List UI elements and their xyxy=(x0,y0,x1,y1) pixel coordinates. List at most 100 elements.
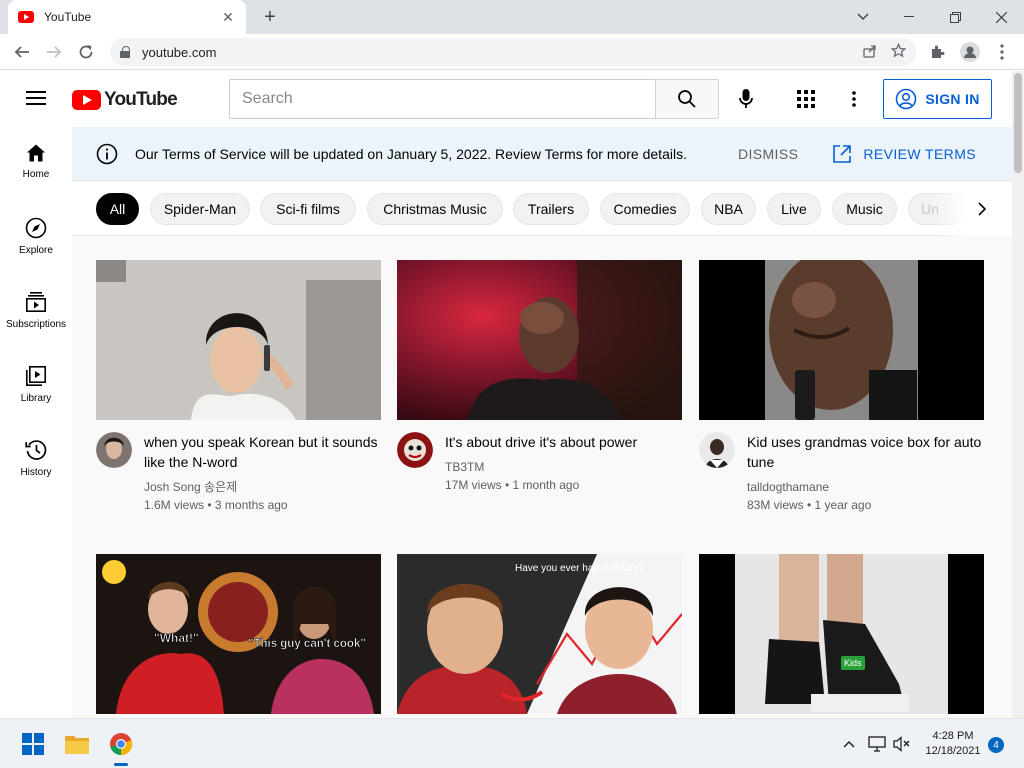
profile-button[interactable] xyxy=(958,40,982,64)
terms-banner-text: Our Terms of Service will be updated on … xyxy=(135,145,687,162)
browser-menu-button[interactable] xyxy=(990,40,1014,64)
thumb-caption-cook: "This guy can't cook" xyxy=(248,638,366,650)
review-terms-button[interactable]: REVIEW TERMS xyxy=(832,144,976,164)
channel-avatar[interactable] xyxy=(699,432,735,468)
info-icon xyxy=(96,143,118,164)
active-app-indicator xyxy=(114,763,128,766)
chip-nba[interactable]: NBA xyxy=(701,193,756,225)
video-card[interactable]: Kids xyxy=(699,554,984,714)
chip-trailers[interactable]: Trailers xyxy=(513,193,589,225)
file-explorer-button[interactable] xyxy=(61,728,93,760)
video-title[interactable]: when you speak Korean but it sounds like… xyxy=(144,432,381,472)
search-icon xyxy=(678,90,696,108)
sign-in-button[interactable]: SIGN IN xyxy=(883,79,992,119)
channel-avatar[interactable] xyxy=(96,432,132,468)
channel-name[interactable]: TB3TM xyxy=(445,458,637,476)
share-icon[interactable] xyxy=(863,44,877,61)
os-taskbar: 4:28 PM 12/18/2021 4 xyxy=(0,718,1024,768)
start-button[interactable] xyxy=(17,728,49,760)
video-title[interactable]: Kid uses grandmas voice box for auto tun… xyxy=(747,432,984,472)
video-thumbnail[interactable]: Have you ever had a dream? xyxy=(397,554,682,714)
scrollbar-thumb[interactable] xyxy=(1014,73,1022,173)
close-window-button[interactable] xyxy=(978,0,1024,34)
channel-name[interactable]: Josh Song 송은제 xyxy=(144,478,381,496)
chip-live[interactable]: Live xyxy=(767,193,821,225)
guide-label-history: History xyxy=(20,467,52,478)
tab-search-button[interactable] xyxy=(840,0,886,34)
youtube-favicon-icon xyxy=(18,11,34,23)
video-thumbnail[interactable] xyxy=(699,260,984,420)
terms-banner: Our Terms of Service will be updated on … xyxy=(72,127,1012,180)
video-title[interactable]: It's about drive it's about power xyxy=(445,432,637,452)
chip-spider-man[interactable]: Spider-Man xyxy=(150,193,250,225)
minimize-button[interactable] xyxy=(886,0,932,34)
thumbnail-image: Have you ever had a dream? xyxy=(397,554,682,714)
main-content: Our Terms of Service will be updated on … xyxy=(72,127,1012,718)
library-icon xyxy=(26,365,46,386)
bookmark-star-icon[interactable] xyxy=(890,42,907,61)
youtube-logo[interactable]: YouTube xyxy=(72,89,178,111)
video-card[interactable]: when you speak Korean but it sounds like… xyxy=(96,260,381,514)
guide-label-explore: Explore xyxy=(19,245,53,256)
chip-next-button[interactable] xyxy=(968,195,996,223)
address-bar[interactable]: youtube.com xyxy=(110,38,916,66)
restore-button[interactable] xyxy=(932,0,978,34)
video-thumbnail[interactable]: Kids xyxy=(699,554,984,714)
chip-all[interactable]: All xyxy=(96,193,139,225)
browser-tab[interactable]: YouTube ✕ xyxy=(8,0,246,34)
profile-avatar-icon xyxy=(960,42,980,62)
thumbnail-image xyxy=(397,260,682,420)
channel-name[interactable]: talldogthamane xyxy=(747,478,984,496)
notification-badge[interactable]: 4 xyxy=(988,737,1004,753)
folder-icon xyxy=(65,736,89,754)
arrow-right-icon xyxy=(47,46,62,58)
page-scrollbar[interactable] xyxy=(1012,71,1024,718)
video-card[interactable]: It's about drive it's about power TB3TM … xyxy=(397,260,682,494)
forward-button[interactable] xyxy=(42,40,66,64)
voice-search-button[interactable] xyxy=(730,83,762,115)
reload-icon xyxy=(79,45,93,59)
guide-item-home[interactable]: Home xyxy=(0,127,72,201)
chip-music[interactable]: Music xyxy=(832,193,897,225)
back-button[interactable] xyxy=(10,40,34,64)
thumbnail-image: Kids xyxy=(699,554,984,714)
network-monitor-icon xyxy=(868,736,886,752)
browser-toolbar: youtube.com xyxy=(0,34,1024,70)
thumbnail-image: "What!" "This guy can't cook" xyxy=(96,554,381,714)
chip-comedies[interactable]: Comedies xyxy=(600,193,690,225)
lock-icon[interactable] xyxy=(120,46,130,58)
reload-button[interactable] xyxy=(74,40,98,64)
url-text[interactable]: youtube.com xyxy=(142,45,849,60)
chip-sci-fi-films[interactable]: Sci-fi films xyxy=(260,193,356,225)
new-tab-button[interactable]: + xyxy=(258,5,282,29)
guide-item-explore[interactable]: Explore xyxy=(0,201,72,275)
thumbnail-image xyxy=(699,260,984,420)
settings-menu-button[interactable] xyxy=(838,83,870,115)
channel-avatar[interactable] xyxy=(397,432,433,468)
extensions-button[interactable] xyxy=(926,40,950,64)
search-button[interactable] xyxy=(655,79,719,119)
chip-christmas-music[interactable]: Christmas Music xyxy=(367,193,503,225)
guide-item-library[interactable]: Library xyxy=(0,349,72,423)
taskbar-clock[interactable]: 4:28 PM 12/18/2021 xyxy=(920,729,986,759)
video-card[interactable]: Kid uses grandmas voice box for auto tun… xyxy=(699,260,984,514)
chrome-taskbar-button[interactable] xyxy=(105,728,137,760)
volume-button[interactable] xyxy=(886,728,918,760)
video-thumbnail[interactable] xyxy=(96,260,381,420)
arrow-left-icon xyxy=(14,46,29,58)
video-card[interactable]: "What!" "This guy can't cook" xyxy=(96,554,381,714)
hamburger-menu-icon[interactable] xyxy=(26,91,46,105)
guide-item-subscriptions[interactable]: Subscriptions xyxy=(0,275,72,349)
video-card[interactable]: Have you ever had a dream? xyxy=(397,554,682,714)
dismiss-button[interactable]: DISMISS xyxy=(738,146,798,162)
tab-close-icon[interactable]: ✕ xyxy=(220,9,236,26)
search-input[interactable] xyxy=(229,79,656,119)
thumb-caption-what: "What!" xyxy=(154,631,199,645)
youtube-apps-button[interactable] xyxy=(790,83,822,115)
restore-icon xyxy=(949,11,961,23)
video-thumbnail[interactable] xyxy=(397,260,682,420)
chevron-down-icon xyxy=(857,13,869,20)
guide-item-history[interactable]: History xyxy=(0,423,72,497)
logo-text: YouTube xyxy=(104,89,178,110)
video-thumbnail[interactable]: "What!" "This guy can't cook" xyxy=(96,554,381,714)
